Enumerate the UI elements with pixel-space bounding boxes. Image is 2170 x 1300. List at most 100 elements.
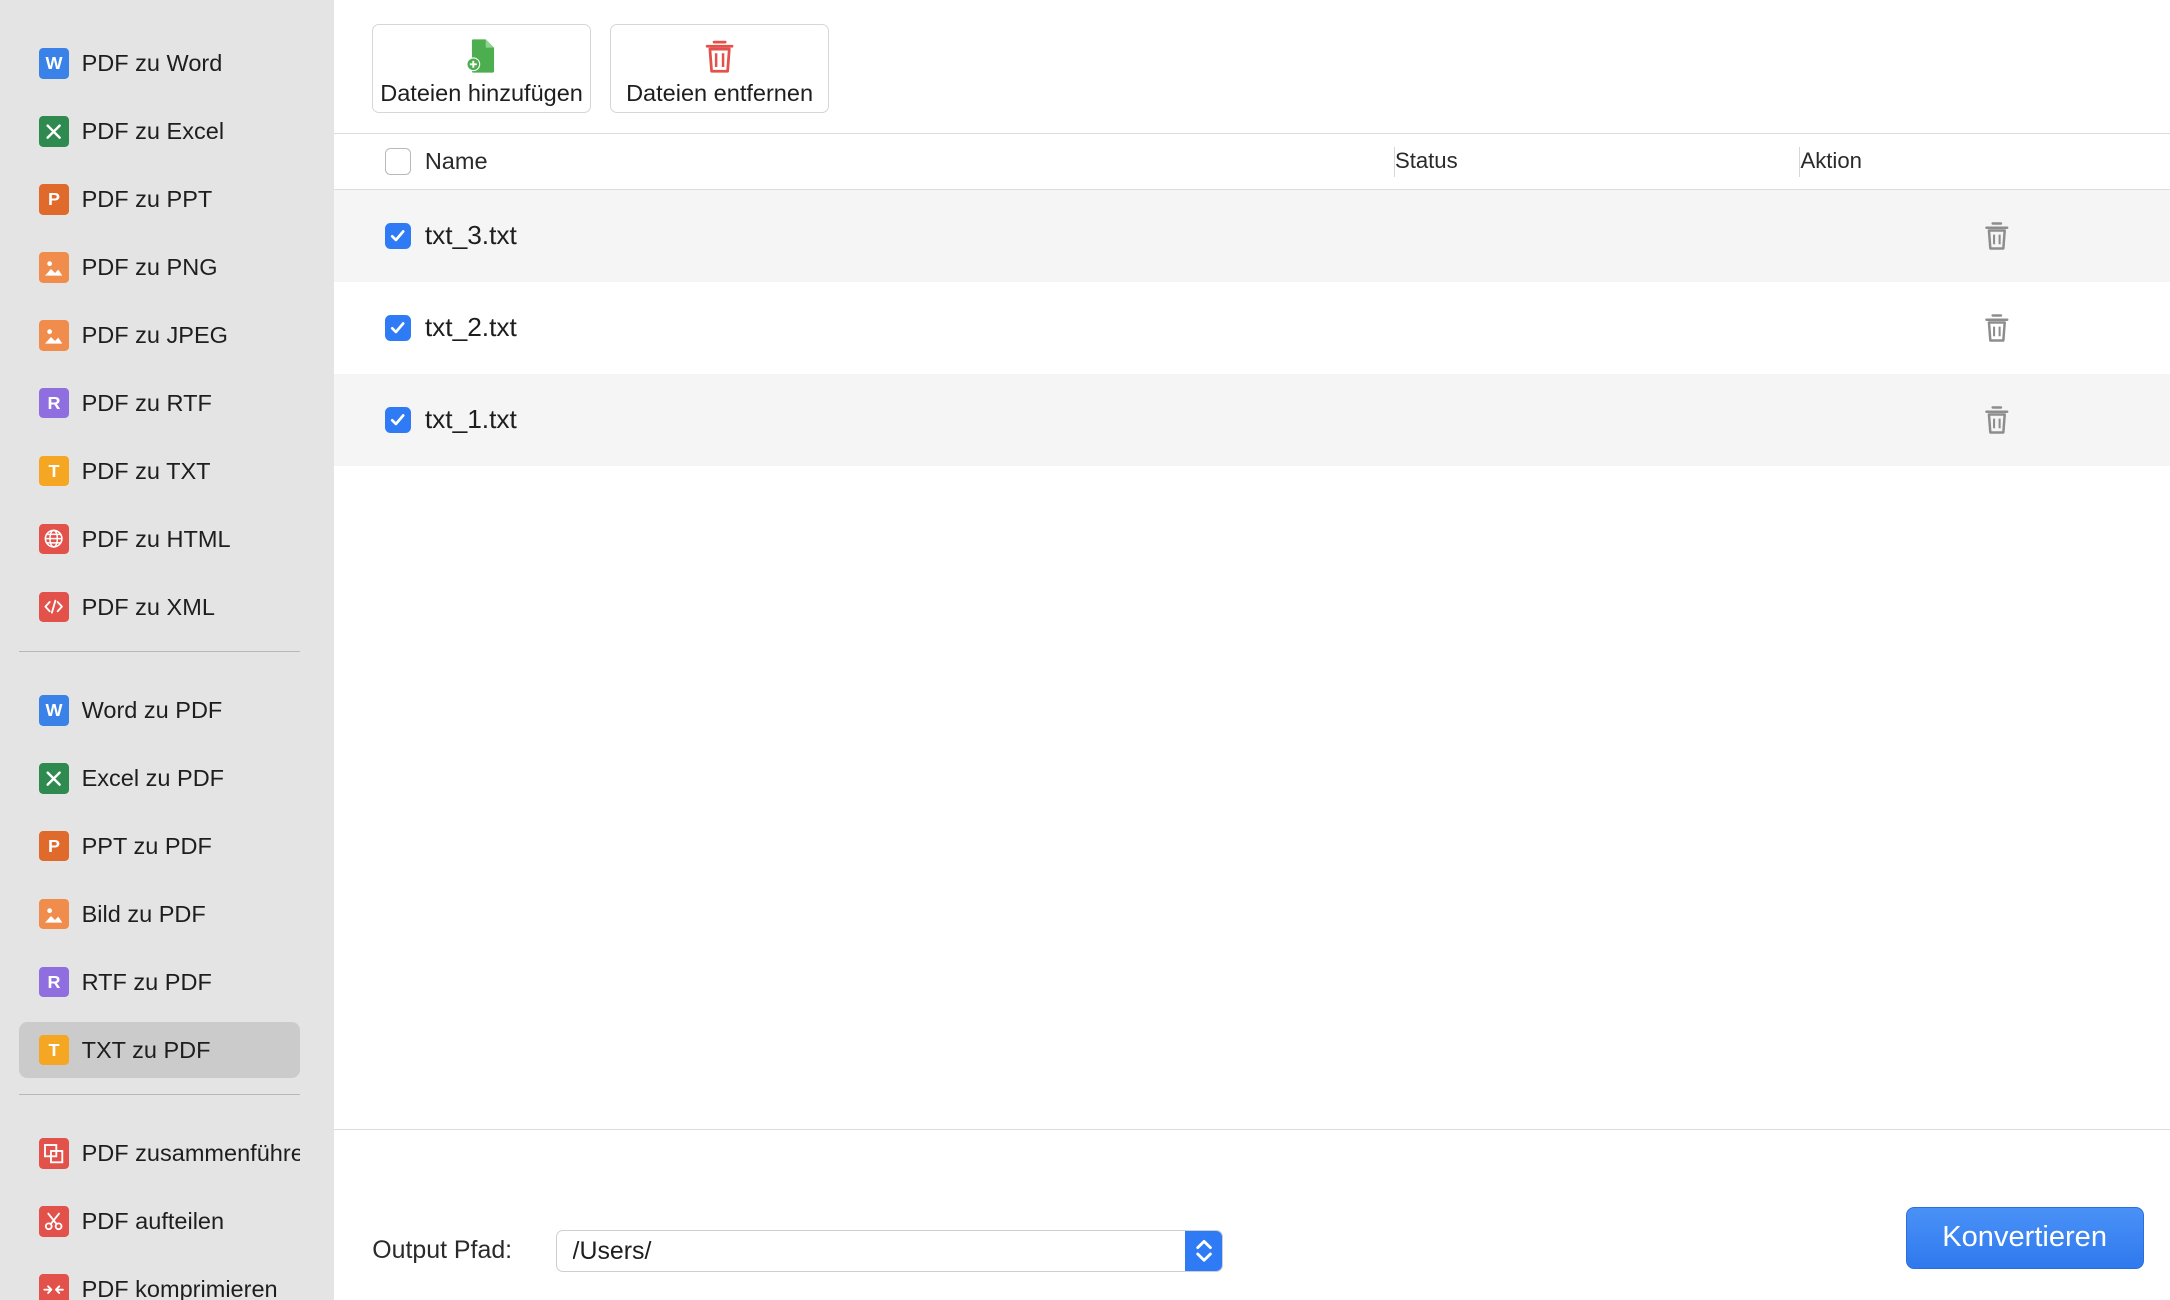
excel-icon — [38, 116, 70, 147]
trash-icon — [705, 41, 734, 73]
checkmark-icon — [391, 322, 405, 334]
sidebar-divider — [19, 1094, 301, 1096]
sidebar-item-pdf-aufteilen[interactable]: PDF aufteilen — [19, 1194, 300, 1249]
sidebar-item-label: PDF zu RTF — [81, 389, 212, 416]
output-path-dropdown[interactable] — [1184, 1231, 1223, 1271]
table-row: txt_3.txt — [333, 189, 2170, 282]
row-trash-icon[interactable] — [1983, 313, 2011, 343]
sidebar-group: W PDF zu Word PDF zu Excel P PDF zu PPT PDF z… — [0, 36, 334, 635]
sidebar-item-label: PDF komprimieren — [81, 1275, 278, 1300]
sidebar-item-pdf-zu-jpeg[interactable]: PDF zu JPEG — [19, 308, 300, 363]
row-checkbox[interactable] — [384, 314, 411, 341]
sidebar-group: W Word zu PDF Excel zu PDF P PPT zu PDF Bild … — [0, 683, 334, 1078]
table-header: Name Status Aktion — [333, 134, 2170, 190]
sidebar-item-rtf-zu-pdf[interactable]: R RTF zu PDF — [19, 954, 300, 1009]
sidebar-item-pdf-zusammenf-hren[interactable]: PDF zusammenführen — [19, 1126, 300, 1181]
sidebar-item-label: PDF zu HTML — [81, 525, 231, 552]
sidebar: W PDF zu Word PDF zu Excel P PDF zu PPT PDF z… — [0, 0, 334, 1300]
remove-files-button[interactable]: Dateien entfernen — [610, 23, 829, 114]
powerpoint-icon: P — [38, 184, 70, 215]
sidebar-item-label: PDF zusammenführen — [81, 1139, 301, 1166]
sidebar-item-pdf-zu-html[interactable]: PDF zu HTML — [19, 511, 300, 566]
file-name: txt_3.txt — [424, 220, 517, 251]
sidebar-divider — [19, 651, 301, 653]
sidebar-item-label: Word zu PDF — [81, 696, 223, 723]
sidebar-item-label: PDF zu TXT — [81, 457, 211, 484]
image-icon — [38, 252, 70, 283]
txt-icon: T — [38, 1034, 70, 1066]
row-checkbox[interactable] — [384, 222, 411, 249]
word-icon: W — [38, 695, 70, 726]
sidebar-item-label: PDF zu Word — [81, 50, 223, 77]
file-name: txt_1.txt — [424, 404, 517, 435]
rtf-icon: R — [38, 966, 70, 998]
add-file-icon — [466, 39, 495, 73]
sidebar-item-pdf-zu-xml[interactable]: PDF zu XML — [19, 579, 300, 634]
sidebar-group: PDF zusammenführen PDF aufteilen PDF kompr… — [0, 1126, 334, 1300]
column-status-label: Status — [1394, 148, 1458, 174]
footer-divider — [333, 1129, 2170, 1131]
sidebar-item-pdf-zu-png[interactable]: PDF zu PNG — [19, 240, 300, 295]
sidebar-item-label: PDF zu JPEG — [81, 321, 228, 348]
column-header-name: Name — [384, 134, 488, 188]
globe-icon — [38, 523, 70, 555]
sidebar-item-pdf-komprimieren[interactable]: PDF komprimieren — [19, 1262, 300, 1300]
file-list: txt_3.txt txt_2.txt txt_1.txt — [333, 189, 2170, 467]
sidebar-item-label: PDF zu PPT — [81, 185, 213, 212]
sidebar-item-label: RTF zu PDF — [81, 968, 212, 995]
column-action-label: Aktion — [1800, 148, 1862, 174]
sidebar-item-pdf-zu-ppt[interactable]: P PDF zu PPT — [19, 172, 300, 227]
add-files-label: Dateien hinzufügen — [380, 79, 583, 106]
toolbar: Dateien hinzufügen Dateien entfernen — [333, 0, 2170, 135]
sidebar-item-word-zu-pdf[interactable]: W Word zu PDF — [19, 683, 300, 738]
row-checkbox[interactable] — [384, 406, 411, 434]
sidebar-item-pdf-zu-txt[interactable]: T PDF zu TXT — [19, 444, 300, 499]
output-path-input[interactable] — [557, 1231, 1185, 1271]
sidebar-item-label: Bild zu PDF — [81, 900, 206, 927]
sidebar-item-pdf-zu-excel[interactable]: PDF zu Excel — [19, 104, 300, 159]
code-icon — [38, 591, 70, 623]
sidebar-item-label: PPT zu PDF — [81, 832, 212, 859]
word-icon: W — [38, 48, 70, 79]
output-path-field — [556, 1230, 1224, 1272]
column-header-action: Aktion — [1800, 134, 1862, 188]
checkmark-icon — [391, 230, 405, 242]
main-panel: Dateien hinzufügen Dateien entfernen Nam… — [333, 0, 2170, 1300]
compress-icon — [38, 1274, 70, 1300]
chevron-up-down-icon — [1195, 1240, 1212, 1262]
powerpoint-icon: P — [38, 831, 70, 862]
output-path-label: Output Pfad: — [372, 1235, 513, 1264]
txt-icon: T — [38, 455, 70, 487]
sidebar-item-pdf-zu-word[interactable]: W PDF zu Word — [19, 36, 300, 91]
rtf-icon: R — [38, 388, 70, 419]
app-window: W PDF zu Word PDF zu Excel P PDF zu PPT PDF z… — [0, 0, 2170, 1300]
remove-files-label: Dateien entfernen — [626, 79, 814, 106]
sidebar-item-pdf-zu-rtf[interactable]: R PDF zu RTF — [19, 376, 300, 431]
sidebar-item-label: Excel zu PDF — [81, 764, 225, 791]
file-name: txt_2.txt — [424, 312, 517, 343]
image-icon — [38, 320, 70, 351]
convert-button[interactable]: Konvertieren — [1905, 1206, 2144, 1270]
select-all-checkbox[interactable] — [384, 148, 411, 175]
sidebar-item-label: PDF aufteilen — [81, 1207, 225, 1234]
add-files-button[interactable]: Dateien hinzufügen — [372, 23, 591, 114]
sidebar-item-label: PDF zu PNG — [81, 253, 218, 280]
table-row: txt_1.txt — [333, 373, 2170, 467]
sidebar-item-bild-zu-pdf[interactable]: Bild zu PDF — [19, 886, 300, 941]
sidebar-item-ppt-zu-pdf[interactable]: P PPT zu PDF — [19, 819, 300, 874]
row-trash-icon[interactable] — [1983, 220, 2011, 250]
merge-icon — [38, 1138, 70, 1169]
table-row: txt_2.txt — [334, 282, 2170, 374]
sidebar-item-label: TXT zu PDF — [81, 1036, 211, 1063]
column-header-status: Status — [1395, 134, 1458, 188]
sidebar-item-label: PDF zu XML — [81, 593, 215, 620]
scissors-icon — [38, 1206, 70, 1237]
sidebar-item-txt-zu-pdf[interactable]: T TXT zu PDF — [19, 1022, 301, 1078]
checkmark-icon — [391, 414, 405, 426]
row-trash-icon[interactable] — [1983, 405, 2011, 435]
sidebar-item-excel-zu-pdf[interactable]: Excel zu PDF — [19, 751, 300, 806]
image-icon — [38, 898, 70, 930]
excel-icon — [38, 763, 70, 794]
column-name-label: Name — [424, 147, 488, 174]
sidebar-item-label: PDF zu Excel — [81, 118, 225, 145]
